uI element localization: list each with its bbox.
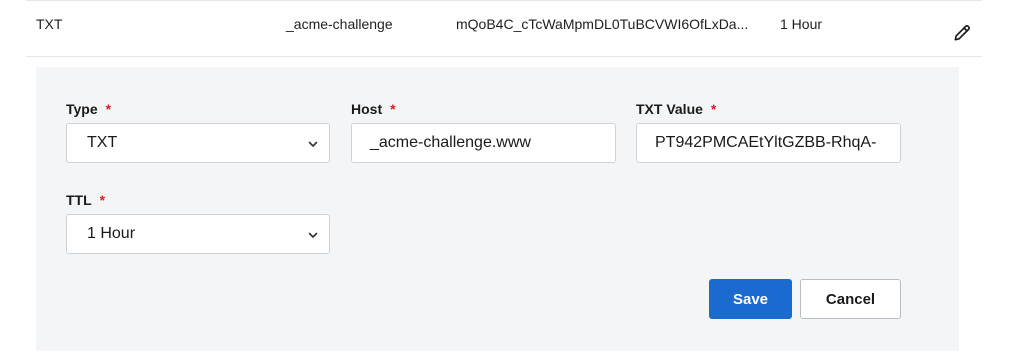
- required-marker: *: [710, 101, 717, 117]
- ttl-label: TTL: [66, 192, 92, 208]
- record-type: TXT: [36, 16, 63, 32]
- ttl-select-value: 1 Hour: [87, 225, 136, 242]
- host-input-value: _acme-challenge.www: [370, 134, 531, 151]
- record-ttl: 1 Hour: [780, 16, 823, 32]
- chevron-down-icon: [308, 141, 318, 147]
- txt-value-input-value: PT942PMCAEtYltGZBB-RhqA-: [655, 134, 877, 151]
- txt-value-input[interactable]: PT942PMCAEtYltGZBB-RhqA-: [636, 123, 901, 163]
- txt-value-label: TXT Value: [636, 101, 703, 117]
- edit-record-button[interactable]: [950, 21, 974, 45]
- save-button[interactable]: Save: [709, 279, 792, 319]
- pencil-icon: [954, 25, 970, 41]
- ttl-field: TTL * 1 Hour: [66, 191, 330, 254]
- host-input[interactable]: _acme-challenge.www: [351, 123, 616, 163]
- required-marker: *: [390, 101, 396, 117]
- host-label: Host: [351, 101, 383, 117]
- type-select[interactable]: TXT: [66, 123, 330, 163]
- required-marker: *: [99, 192, 106, 208]
- host-field: Host * _acme-challenge.www: [351, 100, 616, 163]
- record-value: mQoB4C_cTcWaMpmDL0TuBCVWI6OfLxDa...: [456, 16, 749, 32]
- type-field: Type * TXT: [66, 100, 330, 163]
- record-host: _acme-challenge: [286, 16, 393, 32]
- txt-value-field: TXT Value * PT942PMCAEtYltGZBB-RhqA-: [636, 100, 901, 163]
- type-select-value: TXT: [87, 134, 118, 151]
- dns-record-row: TXT _acme-challenge mQoB4C_cTcWaMpmDL0Tu…: [26, 0, 982, 57]
- chevron-down-icon: [308, 232, 318, 238]
- type-label: Type: [66, 101, 98, 117]
- cancel-button[interactable]: Cancel: [800, 279, 901, 319]
- ttl-select[interactable]: 1 Hour: [66, 214, 330, 254]
- required-marker: *: [105, 101, 112, 117]
- edit-record-form: Type * TXT Host * _acme-challenge.www TX…: [36, 67, 959, 351]
